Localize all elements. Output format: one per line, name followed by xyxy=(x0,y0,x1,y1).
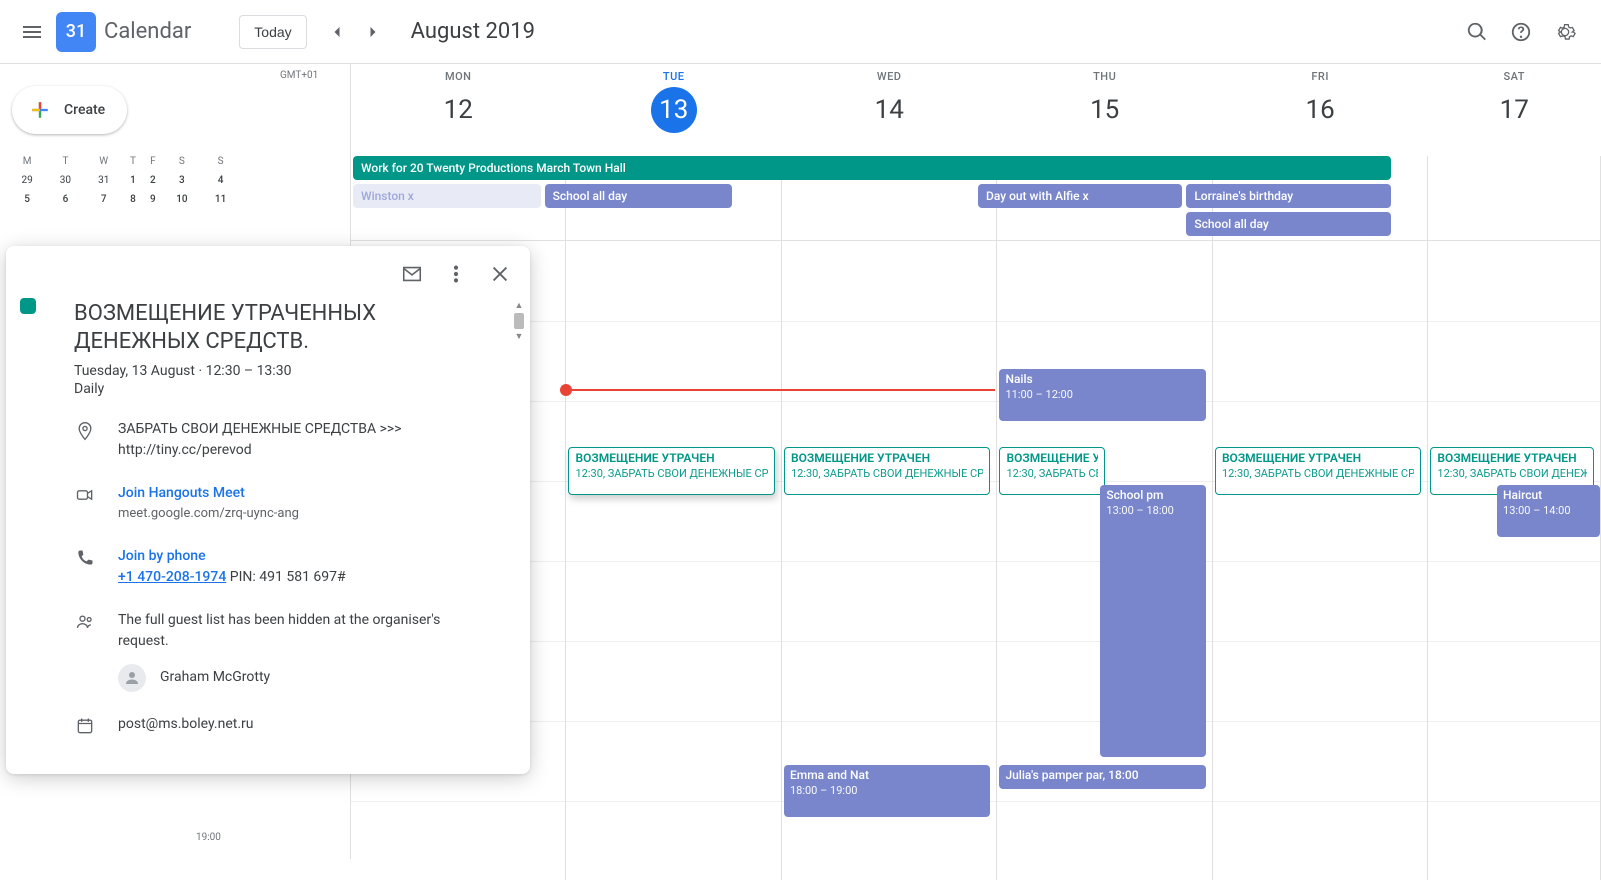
calendar-icon xyxy=(74,714,96,736)
event-nails[interactable]: Nails 11:00 – 12:00 xyxy=(999,369,1205,421)
day-header-sat[interactable]: SAT17 xyxy=(1428,64,1601,156)
day-header-mon[interactable]: MON12 xyxy=(351,64,566,156)
person-icon xyxy=(123,669,141,687)
mini-dow: S xyxy=(163,152,202,171)
mini-day[interactable]: 10 xyxy=(163,190,202,209)
mini-day[interactable]: 6 xyxy=(46,190,84,209)
allday-event-work[interactable]: Work for 20 Twenty Productions March Tow… xyxy=(353,156,1391,180)
col-thu[interactable]: Nails 11:00 – 12:00 ВОЗМЕЩЕНИЕ УТРАЧЕН 1… xyxy=(997,240,1212,880)
video-icon xyxy=(74,483,96,524)
create-button[interactable]: Create xyxy=(12,86,127,134)
event-details-popup: ▲ ▼ ВОЗМЕЩЕНИЕ УТРАЧЕННЫХ ДЕНЕЖНЫХ СРЕДС… xyxy=(6,246,530,774)
plus-icon xyxy=(26,96,54,124)
popup-location: ЗАБРАТЬ СВОИ ДЕНЕЖНЫЕ СРЕДСТВА >>> http:… xyxy=(118,419,492,461)
event-voz-fri[interactable]: ВОЗМЕЩЕНИЕ УТРАЧЕН 12:30, ЗАБРАТЬ СВОИ Д… xyxy=(1215,447,1421,495)
allday-event-lorraine[interactable]: Lorraine's birthday xyxy=(1186,184,1390,208)
mini-dow: T xyxy=(46,152,84,171)
allday-event-school[interactable]: School all day xyxy=(545,184,733,208)
mini-dow: W xyxy=(85,152,123,171)
menu-button[interactable] xyxy=(8,8,56,56)
prev-week-button[interactable] xyxy=(319,14,355,50)
app-title: Calendar xyxy=(104,19,191,44)
search-icon xyxy=(1466,21,1488,43)
today-button[interactable]: Today xyxy=(239,15,306,49)
help-icon xyxy=(1510,21,1532,43)
mini-calendar[interactable]: M T W T F S S 29 30 31 1 2 3 4 5 6 7 xyxy=(8,152,240,209)
mini-day[interactable]: 9 xyxy=(143,190,162,209)
nav-arrows xyxy=(319,14,391,50)
mini-dow: F xyxy=(143,152,162,171)
event-voz-tue[interactable]: ВОЗМЕЩЕНИЕ УТРАЧЕН 12:30, ЗАБРАТЬ СВОИ Д… xyxy=(568,447,774,495)
organizer-email: post@ms.boley.net.ru xyxy=(118,714,492,736)
join-meet-link[interactable]: Join Hangouts Meet xyxy=(118,483,492,504)
event-pamper[interactable]: Julia's pamper par, 18:00 xyxy=(999,765,1205,789)
create-label: Create xyxy=(64,102,105,118)
chevron-right-icon xyxy=(363,22,383,42)
meet-url: meet.google.com/zrq-uync-ang xyxy=(118,504,492,524)
col-wed[interactable]: ВОЗМЕЩЕНИЕ УТРАЧЕН 12:30, ЗАБРАТЬ СВОИ Д… xyxy=(782,240,997,880)
calendar-grid: MON12 TUE13 WED14 THU15 FRI16 SAT17 Work… xyxy=(350,64,1601,859)
day-header-wed[interactable]: WED14 xyxy=(782,64,997,156)
hamburger-icon xyxy=(20,20,44,44)
guests-icon xyxy=(74,610,96,692)
event-emma[interactable]: Emma and Nat 18:00 – 19:00 xyxy=(784,765,990,817)
mini-day[interactable]: 11 xyxy=(201,190,240,209)
popup-when: Tuesday, 13 August · 12:30 – 13:30 xyxy=(74,363,492,379)
event-voz-thu[interactable]: ВОЗМЕЩЕНИЕ УТРАЧЕН 12:30, ЗАБРАТЬ СВОИ Д… xyxy=(999,447,1104,495)
settings-button[interactable] xyxy=(1545,12,1585,52)
calendar-logo: 31 xyxy=(56,12,96,52)
event-voz-wed[interactable]: ВОЗМЕЩЕНИЕ УТРАЧЕН 12:30, ЗАБРАТЬ СВОИ Д… xyxy=(784,447,990,495)
mini-day[interactable]: 4 xyxy=(201,171,240,190)
col-tue[interactable]: ВОЗМЕЩЕНИЕ УТРАЧЕН 12:30, ЗАБРАТЬ СВОИ Д… xyxy=(566,240,781,880)
allday-event-winston[interactable]: Winston x xyxy=(353,184,541,208)
event-haircut[interactable]: Haircut 13:00 – 14:00 xyxy=(1497,485,1600,537)
location-icon xyxy=(74,419,96,461)
col-fri[interactable]: ВОЗМЕЩЕНИЕ УТРАЧЕН 12:30, ЗАБРАТЬ СВОИ Д… xyxy=(1213,240,1428,880)
mini-day[interactable]: 7 xyxy=(85,190,123,209)
phone-number-link[interactable]: +1 470-208-1974 xyxy=(118,569,226,585)
allday-event-dayout[interactable]: Day out with Alfie x xyxy=(978,184,1182,208)
guest-avatar xyxy=(118,664,146,692)
day-header-fri[interactable]: FRI16 xyxy=(1213,64,1428,156)
guest-note: The full guest list has been hidden at t… xyxy=(118,610,492,652)
guest-name: Graham McGrotty xyxy=(160,667,270,688)
app-header: 31 Calendar Today August 2019 xyxy=(0,0,1601,64)
mini-dow: S xyxy=(201,152,240,171)
mini-day[interactable]: 2 xyxy=(143,171,162,190)
gear-icon xyxy=(1554,21,1576,43)
day-headers: MON12 TUE13 WED14 THU15 FRI16 SAT17 xyxy=(351,64,1601,156)
mini-day[interactable]: 31 xyxy=(85,171,123,190)
timezone-label: GMT+01 xyxy=(280,70,318,81)
mini-dow: T xyxy=(123,152,143,171)
mini-day[interactable]: 8 xyxy=(123,190,143,209)
day-header-thu[interactable]: THU15 xyxy=(997,64,1212,156)
join-phone-link[interactable]: Join by phone xyxy=(118,546,492,567)
allday-section: Work for 20 Twenty Productions March Tow… xyxy=(351,156,1601,240)
mini-day[interactable]: 30 xyxy=(46,171,84,190)
popup-repeat: Daily xyxy=(74,381,492,397)
mini-day[interactable]: 1 xyxy=(123,171,143,190)
popup-title: ВОЗМЕЩЕНИЕ УТРАЧЕННЫХ ДЕНЕЖНЫХ СРЕДСТВ. xyxy=(74,300,492,355)
time-grid[interactable]: ВОЗМЕЩЕНИЕ УТРАЧЕН 12:30, ЗАБРАТЬ СВОИ Д… xyxy=(351,240,1601,880)
mini-day[interactable]: 3 xyxy=(163,171,202,190)
help-button[interactable] xyxy=(1501,12,1541,52)
mini-day[interactable]: 5 xyxy=(8,190,46,209)
chevron-left-icon xyxy=(327,22,347,42)
search-button[interactable] xyxy=(1457,12,1497,52)
month-label: August 2019 xyxy=(411,19,535,44)
now-dot-icon xyxy=(560,384,572,396)
allday-event-school2[interactable]: School all day xyxy=(1186,212,1390,236)
next-week-button[interactable] xyxy=(355,14,391,50)
mini-day[interactable]: 29 xyxy=(8,171,46,190)
mini-dow: M xyxy=(8,152,46,171)
col-sat[interactable]: ВОЗМЕЩЕНИЕ УТРАЧЕН 12:30, ЗАБРАТЬ СВОИ Д… xyxy=(1428,240,1601,880)
phone-icon xyxy=(74,546,96,588)
event-schoolpm[interactable]: School pm 13:00 – 18:00 xyxy=(1100,485,1206,757)
day-header-tue[interactable]: TUE13 xyxy=(566,64,781,156)
phone-pin: PIN: 491 581 697# xyxy=(226,569,345,585)
